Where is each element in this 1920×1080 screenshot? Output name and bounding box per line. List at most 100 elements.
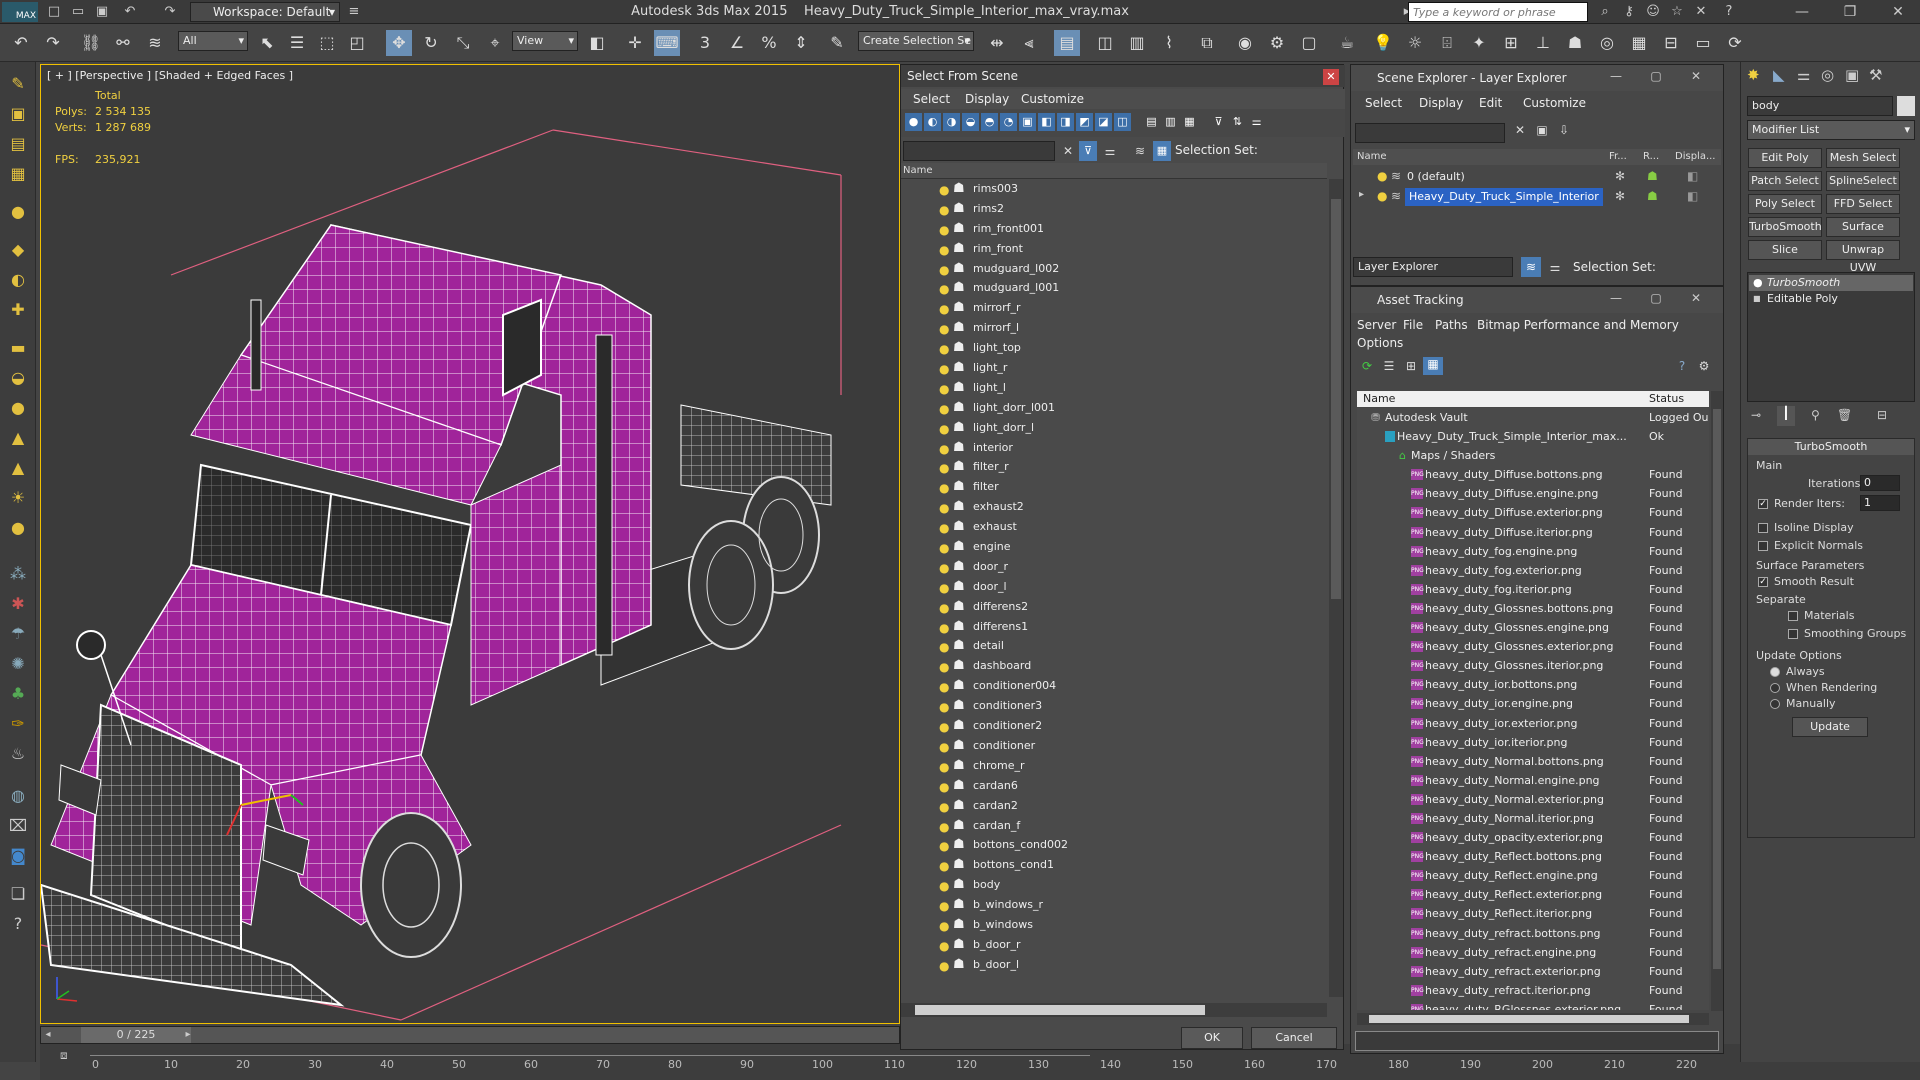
light-bulb-icon[interactable]: ● [939, 896, 949, 916]
plant-icon[interactable]: ♣ [6, 682, 30, 706]
col-display[interactable]: Displa... [1675, 151, 1715, 162]
light-bulb-icon[interactable]: ● [939, 836, 949, 856]
scene-object-row[interactable]: ● ☗ light_dorr_l001 [901, 398, 1327, 418]
scene-object-row[interactable]: ● ☗ dashboard [901, 656, 1327, 676]
cube-icon[interactable]: ◆ [6, 238, 30, 262]
light-bulb-icon[interactable]: ● [939, 717, 949, 737]
display-spacewarps-icon[interactable]: ◔ [1000, 113, 1017, 131]
sun-icon[interactable]: ☼ [1402, 30, 1428, 56]
name-column-header[interactable]: Name [901, 163, 1327, 179]
scene-object-row[interactable]: ● ☗ exhaust2 [901, 497, 1327, 517]
object-color-swatch[interactable] [1897, 96, 1915, 116]
sort-icon[interactable]: ⇅ [1229, 113, 1246, 131]
modifier-button[interactable]: FFD Select [1826, 194, 1900, 214]
display-containers-icon[interactable]: ◩ [1076, 113, 1093, 131]
rect-selection-icon[interactable]: ⬚ [314, 30, 340, 56]
list-horizontal-scrollbar[interactable] [901, 1003, 1327, 1017]
modifier-button[interactable]: Slice [1748, 240, 1822, 260]
render-production-icon[interactable]: ☕ [1334, 30, 1360, 56]
spinner-snap-icon[interactable]: ⇕ [788, 30, 814, 56]
light-bulb-icon[interactable]: ● [939, 737, 949, 757]
display-shapes-icon[interactable]: ◐ [924, 113, 941, 131]
scene-object-row[interactable]: ● ☗ cardan2 [901, 796, 1327, 816]
display-icon[interactable]: ◧ [1687, 169, 1698, 183]
map-row[interactable]: PNG heavy_duty_opacity.exterior.png Found [1357, 828, 1709, 847]
layer-mode-icon[interactable]: ≋ [1521, 257, 1541, 277]
bind-spacewarp-icon[interactable]: ≋ [142, 30, 168, 56]
light-bulb-icon[interactable]: ● [939, 777, 949, 797]
hscroll-thumb[interactable] [1369, 1015, 1689, 1023]
scene-object-row[interactable]: ● ☗ bottons_cond1 [901, 855, 1327, 875]
keyboard-shortcut-override-icon[interactable]: ⌨ [654, 30, 680, 56]
display-frozen-icon[interactable]: ◪ [1095, 113, 1112, 131]
map-row[interactable]: PNG heavy_duty_ior.exterior.png Found [1357, 714, 1709, 733]
camera-icon[interactable]: ⌹ [1434, 30, 1460, 56]
light-bulb-icon[interactable]: ● [939, 359, 949, 379]
menu-paths[interactable]: Paths [1435, 315, 1468, 335]
rollout-header[interactable]: TurboSmooth [1748, 439, 1914, 455]
scene-object-row[interactable]: ● ☗ chrome_r [901, 756, 1327, 776]
select-invert-icon[interactable]: ▦ [1181, 113, 1198, 131]
particles-icon[interactable]: ⁂ [6, 562, 30, 586]
scene-object-row[interactable]: ● ☗ b_windows [901, 915, 1327, 935]
vray-icon[interactable]: ✦ [1466, 30, 1492, 56]
scene-object-row[interactable]: ● ☗ detail [901, 636, 1327, 656]
motion-tab-icon[interactable]: ◎ [1821, 66, 1834, 84]
map-row[interactable]: PNG heavy_duty_Diffuse.iterior.png Found [1357, 523, 1709, 542]
map-row[interactable]: PNG heavy_duty_Normal.exterior.png Found [1357, 790, 1709, 809]
pivot-center-icon[interactable]: ◧ [584, 30, 610, 56]
cone-icon[interactable]: ▲ [6, 456, 30, 480]
map-row[interactable]: PNG heavy_duty_Reflect.exterior.png Found [1357, 885, 1709, 904]
map-row[interactable]: PNG heavy_duty_Normal.iterior.png Found [1357, 809, 1709, 828]
camera-tool-icon[interactable]: ◐ [6, 268, 30, 292]
scene-object-row[interactable]: ● ☗ rim_front [901, 239, 1327, 259]
smoothing-groups-checkbox[interactable] [1788, 629, 1798, 639]
light-bulb-icon[interactable]: ● [939, 856, 949, 876]
light-bulb-icon[interactable]: ● [939, 220, 949, 240]
customize-quickaccess-icon[interactable]: ≡ [344, 2, 364, 22]
perspective-viewport[interactable]: [ + ] [Perspective ] [Shaded + Edged Fac… [40, 64, 900, 1024]
display-icon[interactable]: ◧ [1687, 189, 1698, 203]
hierarchy-icon[interactable]: ⚌ [1101, 141, 1119, 161]
light-bulb-icon[interactable]: ● [939, 598, 949, 618]
scene-object-row[interactable]: ● ☗ light_top [901, 338, 1327, 358]
light-bulb-icon[interactable]: ● [939, 538, 949, 558]
vault-row[interactable]: ⛃ Autodesk Vault Logged Ou [1357, 408, 1709, 427]
menu-customize[interactable]: Customize [1021, 89, 1084, 109]
truck-wireframe-model[interactable] [41, 65, 899, 1023]
col-name[interactable]: Name [1357, 151, 1387, 162]
manually-radio[interactable] [1770, 699, 1780, 709]
render-teapot-icon[interactable]: ☗ [1647, 189, 1658, 203]
scene-object-row[interactable]: ● ☗ light_dorr_l [901, 418, 1327, 438]
selection-set-icon[interactable]: ▦ [1153, 141, 1171, 161]
menu-select[interactable]: Select [1365, 93, 1402, 113]
star-icon[interactable]: ☆ [1666, 2, 1688, 22]
render-iters-checkbox[interactable]: ✓ [1758, 499, 1768, 509]
pin-stack-icon[interactable]: ⊸ [1751, 408, 1761, 422]
menu-server[interactable]: Server [1357, 315, 1396, 335]
light-bulb-icon[interactable]: ● [939, 956, 949, 976]
select-all-icon[interactable]: ▤ [1143, 113, 1160, 131]
light-bulb-icon[interactable]: ● [939, 916, 949, 936]
close-tools-icon[interactable]: ✕ [1690, 2, 1712, 22]
key-icon[interactable]: ⚷ [1618, 2, 1640, 22]
time-slider-thumb[interactable]: 0 / 225 [81, 1027, 191, 1043]
globe-icon[interactable]: ✺ [6, 652, 30, 676]
hierarchy-tab-icon[interactable]: ⚌ [1797, 66, 1810, 84]
omni-icon[interactable]: ● [6, 516, 30, 540]
light-bulb-icon[interactable]: ● [939, 339, 949, 359]
map-row[interactable]: PNG heavy_duty_refract.iterior.png Found [1357, 981, 1709, 1000]
maps-folder-row[interactable]: ⌂ Maps / Shaders [1357, 446, 1709, 465]
scene-object-row[interactable]: ● ☗ mudguard_l001 [901, 278, 1327, 298]
modifier-button[interactable]: Patch Select [1748, 171, 1822, 191]
sphere-icon[interactable]: ◎ [1594, 30, 1620, 56]
stack-item-turbosmooth[interactable]: ● TurboSmooth [1749, 275, 1913, 291]
scene-object-row[interactable]: ● ☗ light_l [901, 378, 1327, 398]
light-bulb-icon[interactable]: ● [939, 240, 949, 260]
display-geometry-icon[interactable]: ● [905, 113, 922, 131]
light-bulb-icon[interactable]: ● [939, 299, 949, 319]
configure-sets-icon[interactable]: ⊟ [1877, 408, 1887, 422]
tape-icon[interactable]: ⊥ [1530, 30, 1556, 56]
always-radio[interactable] [1770, 667, 1780, 677]
scene-object-row[interactable]: ● ☗ mudguard_l002 [901, 259, 1327, 279]
